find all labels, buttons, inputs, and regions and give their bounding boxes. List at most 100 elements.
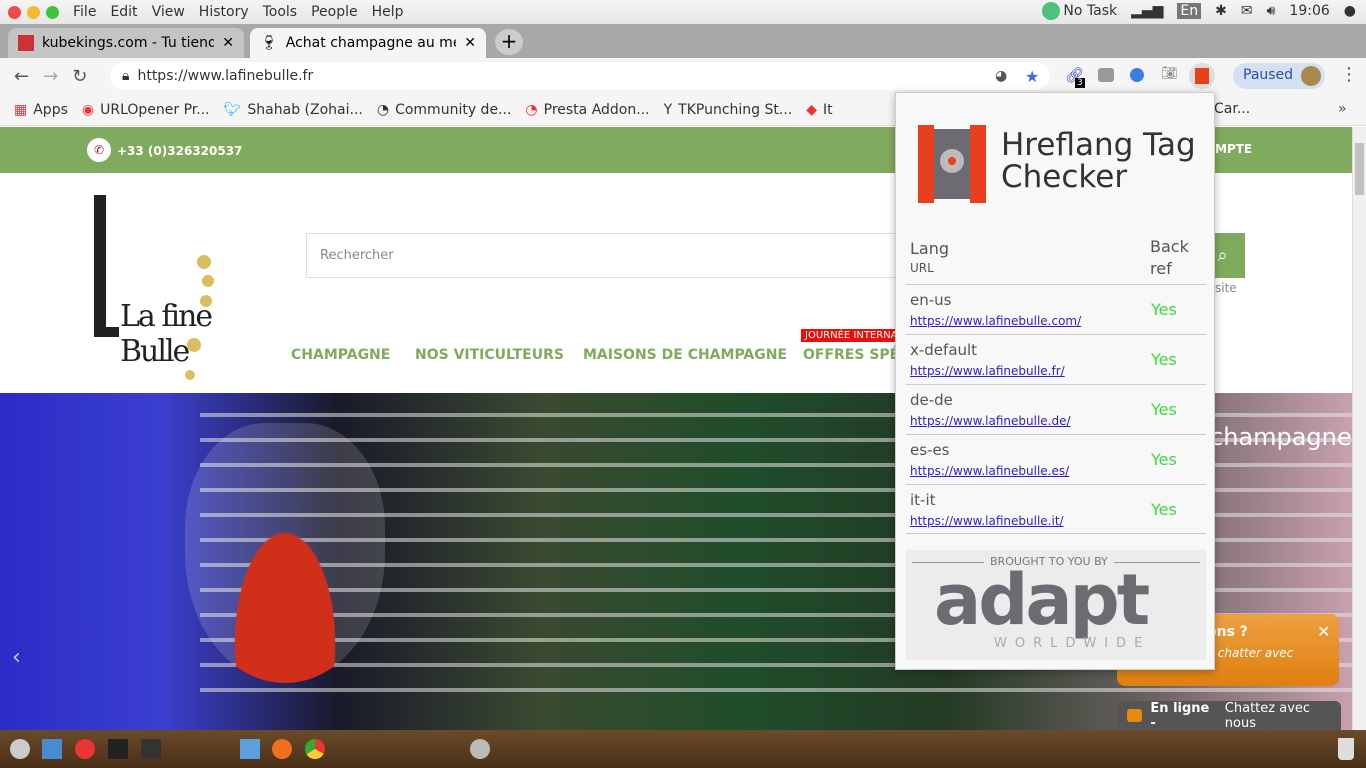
forward-button[interactable]: → bbox=[43, 66, 58, 87]
hreflang-url-link[interactable]: https://www.lafinebulle.it/ bbox=[910, 514, 1064, 528]
task-indicator[interactable]: No Task bbox=[1042, 2, 1117, 20]
language-indicator[interactable]: En bbox=[1177, 3, 1202, 19]
page-scrollbar[interactable] bbox=[1352, 127, 1366, 730]
terminal-icon[interactable] bbox=[108, 739, 128, 759]
popup-title: Hreflang Tag Checker bbox=[1001, 127, 1196, 195]
avatar bbox=[1301, 66, 1321, 86]
urlopener-icon: ◉ bbox=[81, 101, 95, 118]
bookmark-urlopener[interactable]: ◉ URLOpener Pr... bbox=[82, 102, 210, 118]
apps-grid-icon: ▦ bbox=[14, 101, 28, 118]
bookmark-community[interactable]: ◔ Community de... bbox=[377, 102, 512, 118]
os-menubar: File Edit View History Tools People Help… bbox=[0, 0, 1366, 24]
promo-badge: JOURNÉE INTERNA bbox=[801, 329, 901, 342]
bookmark-it[interactable]: ◆ It bbox=[806, 102, 832, 118]
mail-icon[interactable]: ✉ bbox=[1241, 3, 1253, 19]
bluetooth-icon[interactable]: ✱ bbox=[1215, 3, 1227, 19]
menu-tools[interactable]: Tools bbox=[263, 4, 298, 20]
os-dock bbox=[0, 730, 1366, 768]
bookmark-apps[interactable]: ▦ Apps bbox=[14, 102, 68, 118]
maximize-window-button[interactable] bbox=[46, 5, 59, 19]
hreflang-row: it-it https://www.lafinebulle.it/Yes bbox=[906, 484, 1206, 534]
hreflang-row: de-de https://www.lafinebulle.de/Yes bbox=[906, 384, 1206, 434]
hreflang-url-link[interactable]: https://www.lafinebulle.fr/ bbox=[910, 364, 1065, 378]
menu-history[interactable]: History bbox=[199, 4, 249, 20]
cookie-blocked-icon[interactable]: ◕ bbox=[995, 68, 1007, 84]
lock-icon: 🔒︎ bbox=[122, 68, 130, 84]
files-icon[interactable] bbox=[240, 739, 260, 759]
hreflang-extension-button[interactable] bbox=[1189, 63, 1215, 89]
new-tab-button[interactable]: + bbox=[495, 29, 523, 55]
signal-icon[interactable]: ▂▄▆ bbox=[1131, 3, 1163, 19]
system-tray: No Task ▂▄▆ En ✱ ✉ 🔊︎ 19:06 ● bbox=[1042, 2, 1356, 20]
hreflang-logo bbox=[918, 125, 986, 203]
hreflang-popup: Hreflang Tag Checker Lang URL Back ref en… bbox=[895, 92, 1215, 670]
close-window-button[interactable] bbox=[8, 5, 21, 19]
tab-kubekings[interactable]: kubekings.com - Tu tienda ✕ bbox=[8, 28, 244, 58]
menu-edit[interactable]: Edit bbox=[110, 4, 137, 20]
bookmark-favicon: ◆ bbox=[806, 101, 818, 118]
close-tab-icon[interactable]: ✕ bbox=[464, 35, 476, 51]
hreflang-url-link[interactable]: https://www.lafinebulle.de/ bbox=[910, 414, 1071, 428]
hreflang-url-link[interactable]: https://www.lafinebulle.es/ bbox=[910, 464, 1069, 478]
system-monitor-icon[interactable] bbox=[141, 739, 161, 759]
database-extension-icon[interactable] bbox=[1098, 68, 1114, 82]
nav-maisons[interactable]: MAISONS DE CHAMPAGNE bbox=[583, 347, 787, 363]
bookmark-twitter[interactable]: 🐦︎ Shahab (Zohai... bbox=[224, 102, 363, 118]
close-chat-icon[interactable]: ✕ bbox=[1317, 622, 1330, 641]
hreflang-row: es-es https://www.lafinebulle.es/Yes bbox=[906, 434, 1206, 484]
account-menu[interactable]: MPTE bbox=[1215, 142, 1252, 156]
menu-file[interactable]: File bbox=[73, 4, 96, 20]
check-icon bbox=[1042, 2, 1061, 20]
hreflang-url-link[interactable]: https://www.lafinebulle.com/ bbox=[910, 314, 1081, 328]
chat-icon bbox=[1127, 709, 1143, 722]
bookmark-car[interactable]: Car... bbox=[1214, 101, 1250, 117]
trash-icon[interactable] bbox=[1338, 738, 1354, 760]
reload-button[interactable]: ↻ bbox=[72, 66, 87, 87]
prestashop-icon: ◔ bbox=[376, 101, 390, 118]
search-input[interactable]: Rechercher bbox=[306, 233, 906, 278]
fighter-icon: Y bbox=[663, 101, 673, 118]
phone-number[interactable]: +33 (0)326320537 bbox=[117, 144, 242, 158]
chat-bar[interactable]: En ligne - Chattez avec nous bbox=[1117, 701, 1341, 731]
bookmark-tkpunching[interactable]: Y TKPunching St... bbox=[664, 102, 793, 118]
site-logo[interactable]: La fine Bulle bbox=[92, 195, 242, 390]
back-button[interactable]: ← bbox=[14, 66, 29, 87]
wine-glass-image bbox=[185, 423, 385, 683]
menu-kebab-icon[interactable]: ⋮ bbox=[1340, 64, 1358, 85]
clock[interactable]: 19:06 bbox=[1289, 3, 1329, 19]
minimize-window-button[interactable] bbox=[27, 5, 40, 19]
opera-icon[interactable] bbox=[75, 739, 95, 759]
menu-people[interactable]: People bbox=[311, 4, 358, 20]
apple-icon[interactable]: ● bbox=[1344, 3, 1356, 19]
bookmark-presta-addons[interactable]: ◔ Presta Addon... bbox=[525, 102, 649, 118]
profile-button[interactable]: Paused bbox=[1233, 63, 1325, 89]
prestashop-icon: ◔ bbox=[525, 101, 538, 118]
menu-view[interactable]: View bbox=[152, 4, 185, 20]
header-lang: Lang bbox=[910, 239, 950, 258]
finder-icon[interactable] bbox=[42, 739, 62, 759]
volume-icon[interactable]: 🔊︎ bbox=[1267, 3, 1276, 19]
phone-icon: ✆ bbox=[87, 138, 111, 162]
launcher-icon[interactable] bbox=[10, 739, 30, 759]
disc-icon[interactable] bbox=[470, 739, 490, 759]
tab-lafinebulle[interactable]: 🍷︎ Achat champagne au meilleur prix ✕ bbox=[250, 28, 486, 58]
check-extension-icon[interactable] bbox=[1130, 68, 1144, 82]
sponsor-banner[interactable]: BROUGHT TO YOU BY adapt WORLDWIDE bbox=[906, 550, 1206, 660]
search-icon: ⌕ bbox=[1217, 245, 1228, 266]
nav-offres[interactable]: OFFRES SPÉC bbox=[803, 347, 910, 363]
chrome-icon[interactable] bbox=[305, 739, 325, 759]
prev-slide-arrow[interactable]: ‹ bbox=[12, 645, 21, 670]
nav-champagne[interactable]: CHAMPAGNE bbox=[291, 347, 390, 363]
address-bar[interactable]: 🔒︎ https://www.lafinebulle.fr ◕ ★ bbox=[110, 62, 1050, 90]
close-tab-icon[interactable]: ✕ bbox=[222, 35, 234, 51]
camera-extension-icon[interactable]: 📷︎ bbox=[1161, 66, 1178, 81]
firefox-icon[interactable] bbox=[272, 739, 292, 759]
menu-help[interactable]: Help bbox=[372, 4, 404, 20]
adapt-logo: adapt bbox=[934, 559, 1150, 641]
kubekings-favicon bbox=[18, 35, 34, 51]
more-bookmarks-icon[interactable]: » bbox=[1338, 101, 1347, 117]
extension-badge: 3 bbox=[1075, 78, 1085, 88]
header-backref: Back bbox=[1150, 237, 1189, 256]
nav-viticulteurs[interactable]: NOS VITICULTEURS bbox=[415, 347, 564, 363]
bookmark-star-icon[interactable]: ★ bbox=[1025, 67, 1039, 86]
